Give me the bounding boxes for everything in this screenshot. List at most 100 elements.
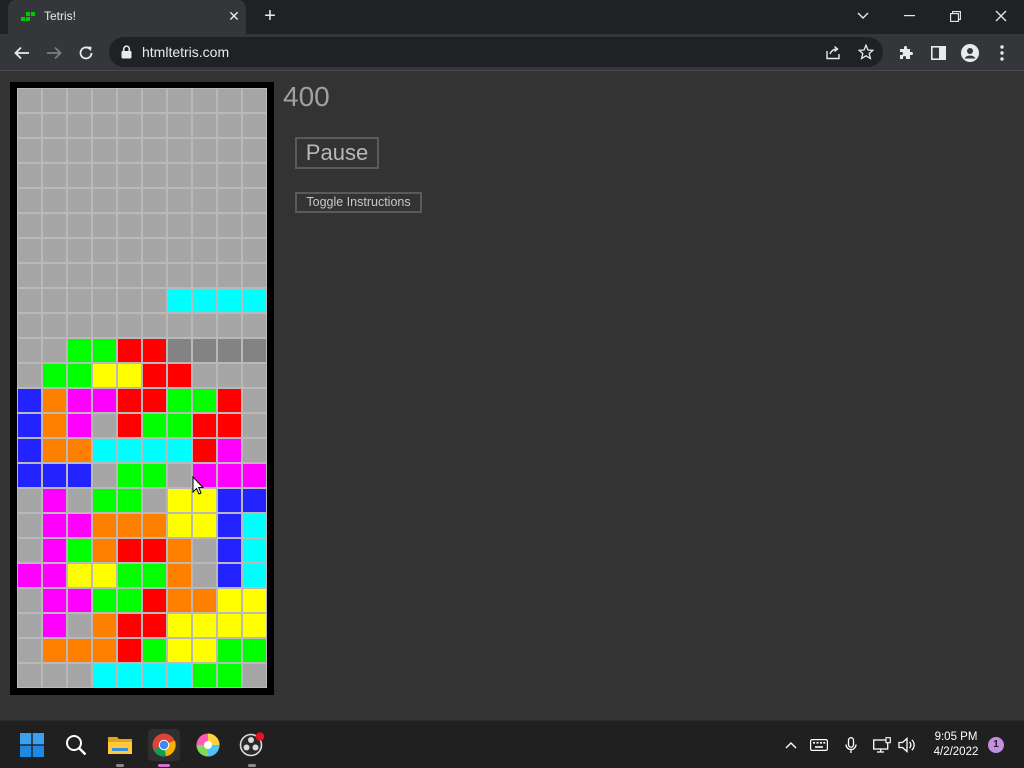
url-text: htmltetris.com [142,44,230,60]
board-cell-block [167,538,192,563]
board-cell-empty [217,263,242,288]
photos-app-button[interactable] [192,729,224,761]
extensions-button[interactable] [892,39,920,67]
board-cell-empty [17,588,42,613]
board-cell-empty [92,263,117,288]
board-cell-block [192,638,217,663]
board-cell-block [167,413,192,438]
close-window-button[interactable] [978,0,1024,32]
obs-studio-button[interactable] [236,729,268,767]
obs-studio-icon [239,732,265,757]
share-button[interactable] [824,43,842,61]
system-clock[interactable]: 9:05 PM 4/2/2022 [922,730,990,760]
running-indicator [116,764,124,767]
show-hidden-icons-button[interactable] [781,735,801,755]
board-cell-block [67,563,92,588]
browser-tab[interactable]: Tetris! ✕ [8,0,246,34]
board-cell-block [167,488,192,513]
board-cell-block [242,613,267,638]
tab-close-button[interactable]: ✕ [226,8,242,24]
file-explorer-button[interactable] [104,729,136,767]
board-cell-block [92,638,117,663]
board-cell-empty [117,213,142,238]
board-cell-block [242,588,267,613]
search-button[interactable] [60,729,92,761]
board-cell-empty [242,213,267,238]
board-cell-empty [142,263,167,288]
new-tab-button[interactable]: + [259,6,281,28]
board-cell-empty [92,213,117,238]
clock-time: 9:05 PM [934,731,978,743]
notification-badge[interactable]: 1 [988,737,1004,753]
board-cell-block [167,563,192,588]
microphone-icon [845,736,857,753]
toggle-instructions-button[interactable]: Toggle Instructions [295,192,422,213]
start-button[interactable] [16,729,48,761]
board-cell-block [217,288,242,313]
board-cell-block [167,663,192,688]
board-cell-empty [167,263,192,288]
share-icon [826,45,840,59]
board-cell-block [167,363,192,388]
profile-button[interactable] [956,39,984,67]
board-cell-block [92,538,117,563]
address-bar[interactable]: htmltetris.com [109,37,883,67]
reload-button[interactable] [72,39,100,67]
board-cell-block [117,638,142,663]
forward-button[interactable] [40,39,68,67]
chrome-menu-button[interactable] [988,39,1016,67]
board-cell-block [242,563,267,588]
board-cell-block [217,413,242,438]
board-cell-empty [242,188,267,213]
back-button[interactable] [8,39,36,67]
board-cell-block [92,588,117,613]
volume-button[interactable] [897,735,917,755]
board-cell-block [217,513,242,538]
side-panel-button[interactable] [924,39,952,67]
board-cell-empty [242,138,267,163]
board-cell-block [142,413,167,438]
board-cell-empty [17,663,42,688]
keyboard-button[interactable] [809,735,829,755]
board-cell-empty [242,388,267,413]
windows-logo-icon [20,733,44,757]
board-cell-block [192,288,217,313]
board-cell-block [242,488,267,513]
board-cell-empty [117,88,142,113]
board-cell-block [117,588,142,613]
board-cell-block [42,563,67,588]
chrome-taskbar-button[interactable] [148,729,180,767]
active-indicator [158,764,170,767]
minimize-icon [903,15,915,17]
board-cell-block [42,363,67,388]
board-cell-empty [242,663,267,688]
close-icon [995,10,1007,22]
board-cell-empty [167,188,192,213]
board-cell-block [117,488,142,513]
restore-button[interactable] [932,0,978,32]
network-button[interactable] [872,735,892,755]
minimize-button[interactable] [886,0,932,32]
board-cell-block [217,488,242,513]
microphone-button[interactable] [841,735,861,755]
board-cell-empty [192,563,217,588]
board-cell-empty [117,288,142,313]
board-cell-empty [217,363,242,388]
board-cell-block [192,388,217,413]
tab-search-button[interactable] [840,0,886,32]
reload-icon [79,46,93,60]
board-cell-block [92,438,117,463]
board-cell-block [192,438,217,463]
board-cell-block [192,513,217,538]
clock-date: 4/2/2022 [933,746,979,758]
board-cell-empty [167,88,192,113]
board-cell-empty [217,138,242,163]
board-cell-empty [17,363,42,388]
board-cell-empty [17,113,42,138]
board-cell-empty [17,88,42,113]
pause-button[interactable]: Pause [295,137,379,169]
bookmark-star-button[interactable] [857,43,875,61]
puzzle-piece-icon [900,46,913,59]
board-cell-block [242,638,267,663]
board-cell-block [117,413,142,438]
